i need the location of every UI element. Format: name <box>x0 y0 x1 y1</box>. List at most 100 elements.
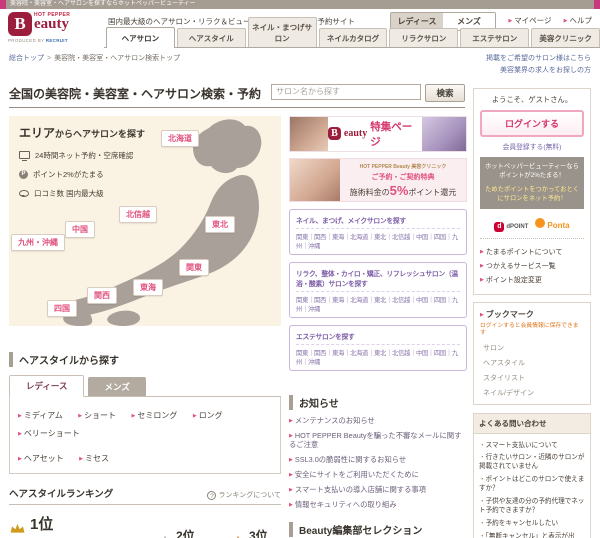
nav-tab-hair-style[interactable]: ヘアスタイル <box>176 28 246 47</box>
hot-pepper-beauty-logo[interactable]: B HOT PEPPER eauty PRODUCED BY RECRUIT <box>8 12 104 43</box>
point-promo-box: ホットペッパービューティーならポイントが2%たまる！ ためたポイントをつかってお… <box>480 156 584 209</box>
faq-link[interactable]: ポイントはどこのサロンで使えますか？ <box>479 476 585 494</box>
esthe-salon-search-box[interactable]: エステサロンを探す 関東｜関西｜東海｜北海道｜東北｜北信越｜中国｜四国｜九州｜沖… <box>289 324 467 371</box>
hairstyle-tab-mens[interactable]: メンズ <box>88 376 146 396</box>
nav-tab-nail-salon[interactable]: ネイル・まつげサロン <box>247 17 317 47</box>
point-logos: dPOINT Ponta <box>480 215 584 233</box>
nav-tab-relax-salon[interactable]: リラクサロン <box>389 28 459 47</box>
left-column: エリアからヘアサロンを探す 24時間ネット予約・空席確認 ポイント2%がたまる … <box>9 115 281 538</box>
bookmark-salon[interactable]: サロン <box>483 343 584 353</box>
logo-beauty: eauty <box>34 16 69 32</box>
page-heading-row: 全国の美容院・美容室・ヘアサロン検索・予約 検索 <box>9 78 465 108</box>
review-bubble-icon <box>19 189 29 197</box>
beauty-clinic-banner[interactable]: HOT PEPPER Beauty 美容クリニック ご予約・ご契約特典 施術料金… <box>289 157 467 202</box>
login-button[interactable]: ログインする <box>480 109 584 137</box>
question-icon <box>207 490 217 500</box>
nav-tab-beauty-clinic[interactable]: 美容クリニック <box>531 28 600 47</box>
ranking-about-link[interactable]: ランキングについて <box>207 490 281 500</box>
nail-region-links[interactable]: 関東｜関西｜東海｜北海道｜東北｜北信越｜中国｜四国｜九州｜沖縄 <box>296 229 460 250</box>
bookmark-hairstyle[interactable]: ヘアスタイル <box>483 358 584 368</box>
region-button-kansai[interactable]: 関西 <box>87 286 117 304</box>
register-link[interactable]: 会員登録する(無料) <box>480 141 584 151</box>
area-search-title: エリアからヘアサロンを探す <box>19 125 146 140</box>
hairstyle-link-long[interactable]: ロング <box>193 411 223 420</box>
notice-link[interactable]: 安全にサイトをご利用いただくために <box>289 470 467 480</box>
bookmark-stylist[interactable]: スタイリスト <box>483 373 584 383</box>
nav-tab-esthe-salon[interactable]: エステサロン <box>460 28 530 47</box>
faq-link[interactable]: 行きたいサロン・近隣のサロンが掲載されていません <box>479 454 585 472</box>
point-services-link[interactable]: つかえるサービス一覧 <box>480 261 584 271</box>
region-button-shikoku[interactable]: 四国 <box>47 299 77 317</box>
ranking-item-2[interactable]: 2位 <box>158 513 220 538</box>
hairstyle-link-veryshort[interactable]: ベリーショート <box>18 429 80 438</box>
main-content: 全国の美容院・美容室・ヘアサロン検索・予約 検索 エリアからヘアサロンを探す 2… <box>9 78 591 538</box>
ranking-item-3[interactable]: 3位 <box>231 513 293 538</box>
faq-link[interactable]: 子供や友達の分の予約代理でネット予約できますか？ <box>479 498 585 516</box>
feature-banner-photo-left <box>290 116 328 151</box>
top-utility-text: 美容院・美容室・ヘアサロンを探すならホットペッパービューティー <box>6 0 594 9</box>
hairstyle-section-heading: ヘアスタイルから探す <box>9 351 281 367</box>
breadcrumb-row: 総合トップ > 美容院・美容室・ヘアサロン検索トップ 掲載をご希望のサロン様はこちら… <box>0 48 600 78</box>
region-button-kanto[interactable]: 関東 <box>179 258 209 276</box>
feature-banner-photo-right <box>422 116 466 151</box>
notice-link[interactable]: スマート支払いの導入店舗に関する事項 <box>289 485 467 495</box>
point-icon <box>19 169 28 179</box>
hairstyle-tabs: レディース メンズ <box>9 374 281 397</box>
ranking-item-1[interactable]: 1位 <box>9 513 147 538</box>
breadcrumb-home[interactable]: 総合トップ <box>9 55 44 62</box>
clinic-brand: HOT PEPPER Beauty 美容クリニック <box>359 163 447 170</box>
job-search-link[interactable]: 美容業界の求人をお探しの方 <box>486 65 591 77</box>
region-button-tohoku[interactable]: 東北 <box>205 215 235 233</box>
notice-link[interactable]: メンテナンスのお知らせ <box>289 416 467 426</box>
notice-link[interactable]: SSL3.0の脆弱性に関するお知らせ <box>289 455 467 465</box>
middle-column: B eauty 特集ページ HOT PEPPER Beauty 美容クリニック … <box>289 115 467 538</box>
beauty-b-icon: B <box>328 127 341 141</box>
esthe-region-links[interactable]: 関東｜関西｜東海｜北海道｜東北｜北信越｜中国｜四国｜九州｜沖縄 <box>296 345 460 366</box>
nav-tab-hair-salon[interactable]: ヘアサロン <box>106 27 175 48</box>
hairstyle-link-mrs[interactable]: ミセス <box>79 454 109 463</box>
monitor-icon <box>19 151 30 162</box>
editors-selection-section: Beauty編集部セレクション デジタルパーマ <box>289 521 467 538</box>
faq-link[interactable]: スマート支払いについて <box>479 442 585 451</box>
faq-link[interactable]: 予約をキャンセルしたい <box>479 520 585 529</box>
relax-region-links[interactable]: 関東｜関西｜東海｜北海道｜東北｜北信越｜中国｜四国｜九州｜沖縄 <box>296 292 460 313</box>
hairstyle-link-short[interactable]: ショート <box>78 411 116 420</box>
point-settings-link[interactable]: ポイント設定変更 <box>480 275 584 285</box>
page-title: 全国の美容院・美容室・ヘアサロン検索・予約 <box>9 86 262 101</box>
relax-salon-search-box[interactable]: リラク、整体・カイロ・矯正、リフレッシュサロン（温浴・酸素）サロンを探す 関東｜… <box>289 261 467 318</box>
logo-b-icon: B <box>8 12 32 36</box>
produced-by-recruit: PRODUCED BY RECRUIT <box>8 38 68 43</box>
search-button[interactable]: 検索 <box>425 83 465 102</box>
point-earn-link[interactable]: たまるポイントについて <box>480 247 584 257</box>
region-button-hokkaido[interactable]: 北海道 <box>161 129 199 147</box>
region-button-tokai[interactable]: 東海 <box>133 278 163 296</box>
region-button-kyushu-okinawa[interactable]: 九州・沖縄 <box>11 233 65 251</box>
notice-link[interactable]: 情報セキュリティへの取り組み <box>289 500 467 510</box>
bookmark-nail-design[interactable]: ネイル/デザイン <box>483 388 584 398</box>
region-button-chugoku[interactable]: 中国 <box>65 220 95 238</box>
salon-recruit-link[interactable]: 掲載をご希望のサロン様はこちら <box>486 53 591 65</box>
salon-search-input[interactable] <box>271 83 421 100</box>
ponta-logo: Ponta <box>535 215 570 233</box>
faq-heading: よくある問い合わせ <box>474 413 590 434</box>
hairstyle-tab-ladies[interactable]: レディース <box>9 374 85 397</box>
clinic-banner-photo <box>290 158 340 201</box>
welcome-box: ようこそ、ゲストさん。 ログインする 会員登録する(無料) ホットペッパービュー… <box>473 87 591 295</box>
hairstyle-links-panel: ミディアム ショート セミロング ロング ベリーショート ヘアセット ミセス <box>9 396 281 474</box>
breadcrumb-current: 美容院・美容室・ヘアサロン検索トップ <box>54 55 181 62</box>
hairstyle-link-hairset[interactable]: ヘアセット <box>18 454 64 463</box>
bookmark-link[interactable]: ブックマーク <box>480 309 584 320</box>
notice-link[interactable]: HOT PEPPER Beautyを騙った不審なメールに関するご注意 <box>289 431 467 451</box>
faq-link[interactable]: 「無断キャンセル」と表示が出て、ネット予約ができない <box>479 533 585 538</box>
hairstyle-link-medium[interactable]: ミディアム <box>18 411 63 420</box>
region-button-hokushinetsu[interactable]: 北信越 <box>119 205 157 223</box>
clinic-benefit: ご予約・ご契約特典 <box>371 173 435 181</box>
hairstyle-link-semilong[interactable]: セミロング <box>132 411 178 420</box>
nav-tab-nail-catalog[interactable]: ネイルカタログ <box>318 28 388 47</box>
faq-box: よくある問い合わせ スマート支払いについて 行きたいサロン・近隣のサロンが掲載さ… <box>473 412 591 538</box>
nail-salon-search-box[interactable]: ネイル、まつげ、メイクサロンを探す 関東｜関西｜東海｜北海道｜東北｜北信越｜中国… <box>289 208 467 255</box>
header: B HOT PEPPER eauty PRODUCED BY RECRUIT 国… <box>0 9 600 48</box>
ranking-heading: ヘアスタイルランキング <box>9 488 114 500</box>
feature-page-banner[interactable]: B eauty 特集ページ <box>289 115 467 152</box>
area-search-box: エリアからヘアサロンを探す 24時間ネット予約・空席確認 ポイント2%がたまる … <box>9 115 281 326</box>
